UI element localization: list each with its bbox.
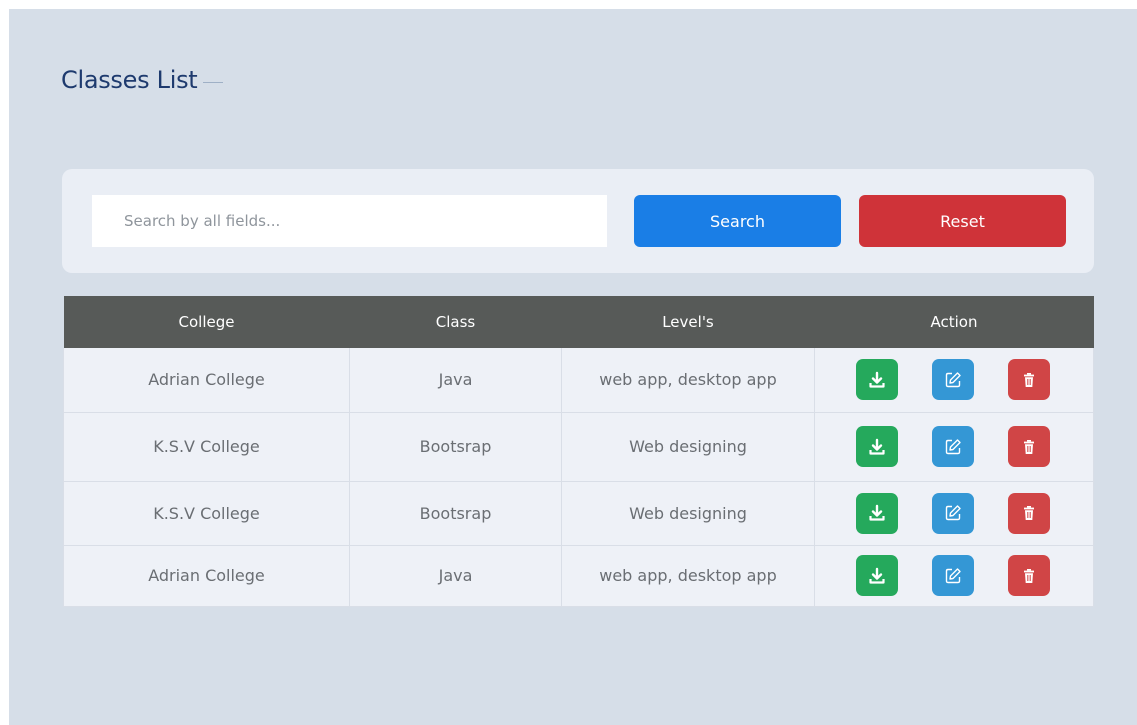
edit-icon [945,567,961,583]
cell-actions [814,348,1094,413]
column-header-levels[interactable]: Level's [562,296,815,348]
cell-class: Bootsrap [349,412,562,482]
cell-levels: web app, desktop app [561,348,815,413]
cell-levels: Web designing [561,481,815,546]
trash-icon [1024,372,1034,387]
cell-class: Bootsrap [349,481,562,546]
cell-levels: web app, desktop app [561,545,815,607]
edit-button[interactable] [932,426,974,467]
row-actions [815,492,1093,534]
download-icon [869,567,885,584]
download-icon [869,504,885,521]
cell-class: Java [349,348,562,413]
edit-icon [945,505,961,521]
edit-button[interactable] [932,555,974,596]
trash-icon [1024,439,1034,454]
cell-class: Java [349,545,562,607]
download-button[interactable] [856,555,898,596]
download-icon [869,438,885,455]
table-row: Adrian College Java web app, desktop app [63,348,1094,413]
cell-college: Adrian College [63,545,350,607]
table-row: K.S.V College Bootsrap Web designing [63,481,1094,546]
download-button[interactable] [856,426,898,467]
row-actions [815,555,1093,596]
trash-icon [1024,506,1034,520]
cell-actions [814,481,1094,546]
cell-levels: Web designing [561,412,815,482]
download-icon [869,371,885,388]
column-header-class[interactable]: Class [350,296,562,348]
classes-table: College Class Level's Action Adrian Coll… [63,296,1094,607]
table-header-row: College Class Level's Action [63,296,1094,348]
table-row: K.S.V College Bootsrap Web designing [63,412,1094,482]
cell-college: K.S.V College [63,412,350,482]
page-background: Classes List Search Reset College Class … [9,9,1137,725]
download-button[interactable] [856,492,898,534]
edit-button[interactable] [932,359,974,401]
delete-button[interactable] [1008,555,1050,596]
edit-icon [945,438,961,454]
page-header: Classes List [61,66,224,94]
cell-actions [814,545,1094,607]
edit-button[interactable] [932,492,974,534]
row-actions [815,359,1093,401]
table-row: Adrian College Java web app, desktop app [63,545,1094,607]
reset-button[interactable]: Reset [859,195,1066,247]
delete-button[interactable] [1008,492,1050,534]
column-header-college[interactable]: College [64,296,350,348]
cell-actions [814,412,1094,482]
delete-button[interactable] [1008,426,1050,467]
search-panel: Search Reset [62,169,1094,273]
title-underline [203,81,224,83]
classes-table-container: College Class Level's Action Adrian Coll… [63,296,1094,607]
edit-icon [945,372,961,387]
column-header-action: Action [930,313,978,331]
page-title: Classes List [61,66,198,94]
row-actions [815,426,1093,467]
cell-college: Adrian College [63,348,350,413]
trash-icon [1024,568,1034,583]
delete-button[interactable] [1008,359,1050,401]
search-button[interactable]: Search [634,195,841,247]
search-input[interactable] [92,195,607,247]
cell-college: K.S.V College [63,481,350,546]
download-button[interactable] [856,359,898,401]
